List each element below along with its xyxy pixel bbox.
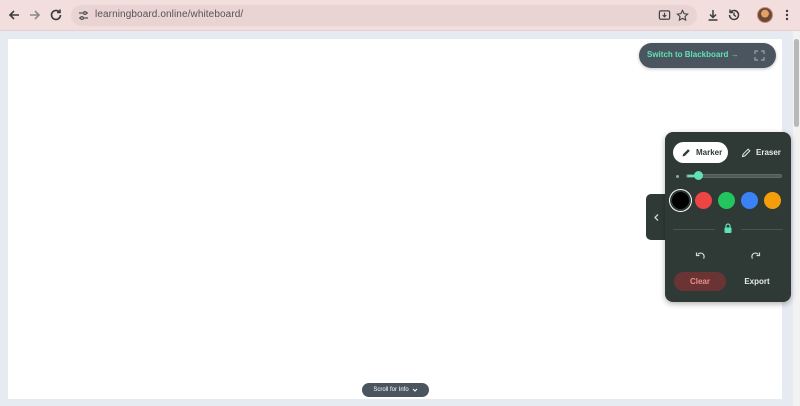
color-swatch[interactable] — [741, 192, 758, 209]
divider-left — [673, 229, 715, 230]
reload-button[interactable] — [47, 6, 65, 24]
slider-thumb[interactable] — [694, 171, 703, 180]
undo-button[interactable] — [693, 250, 707, 262]
board-mode-pill: Switch to Blackboard → — [639, 43, 776, 68]
lock-icon[interactable] — [723, 223, 733, 234]
switch-to-blackboard-button[interactable]: Switch to Blackboard → — [647, 50, 739, 59]
downloads-button[interactable] — [704, 6, 722, 24]
arrow-right-icon — [30, 10, 41, 20]
download-icon — [708, 10, 718, 21]
eraser-icon — [741, 147, 751, 157]
collapse-panel-button[interactable] — [646, 194, 666, 240]
color-swatch[interactable] — [764, 192, 781, 209]
more-vertical-icon — [785, 9, 789, 21]
fullscreen-icon[interactable] — [753, 49, 766, 62]
install-app-icon — [658, 10, 671, 20]
eraser-label: Eraser — [756, 148, 781, 157]
forward-button[interactable] — [26, 6, 44, 24]
chevron-left-icon — [653, 213, 658, 221]
marker-label: Marker — [696, 148, 723, 157]
history-button[interactable] — [725, 6, 743, 24]
marker-tool-button[interactable]: Marker — [673, 142, 728, 163]
arrow-left-icon — [8, 10, 19, 20]
site-settings-icon[interactable] — [77, 9, 90, 22]
history-icon — [728, 9, 740, 21]
star-icon — [676, 9, 689, 22]
clear-button[interactable]: Clear — [674, 272, 726, 291]
redo-button[interactable] — [749, 250, 763, 262]
reload-icon — [50, 9, 62, 21]
color-swatch[interactable] — [695, 192, 712, 209]
eraser-tool-button[interactable]: Eraser — [733, 142, 785, 163]
export-button[interactable]: Export — [735, 272, 779, 291]
scrollbar-thumb[interactable] — [794, 39, 799, 127]
install-app-button[interactable] — [657, 8, 672, 23]
profile-avatar[interactable] — [757, 7, 773, 23]
scroll-for-info-button[interactable]: Scroll for Info — [362, 383, 429, 397]
pencil-icon — [682, 148, 690, 156]
address-bar[interactable]: learningboard.online/whiteboard/ — [71, 5, 697, 26]
tool-panel: Marker Eraser Clear Export — [665, 132, 791, 302]
brush-size-min-icon — [676, 175, 679, 178]
url-text[interactable]: learningboard.online/whiteboard/ — [95, 9, 243, 20]
divider-right — [741, 229, 783, 230]
browser-toolbar: learningboard.online/whiteboard/ — [0, 0, 800, 31]
color-swatch[interactable] — [672, 192, 689, 209]
color-swatch[interactable] — [718, 192, 735, 209]
chevron-down-icon — [412, 388, 418, 392]
undo-icon — [695, 252, 705, 259]
back-button[interactable] — [5, 6, 23, 24]
browser-menu-button[interactable] — [778, 6, 796, 24]
scroll-for-info-label: Scroll for Info — [373, 387, 409, 393]
redo-icon — [751, 252, 761, 259]
bookmark-button[interactable] — [675, 8, 690, 23]
page-scrollbar[interactable] — [793, 31, 800, 406]
